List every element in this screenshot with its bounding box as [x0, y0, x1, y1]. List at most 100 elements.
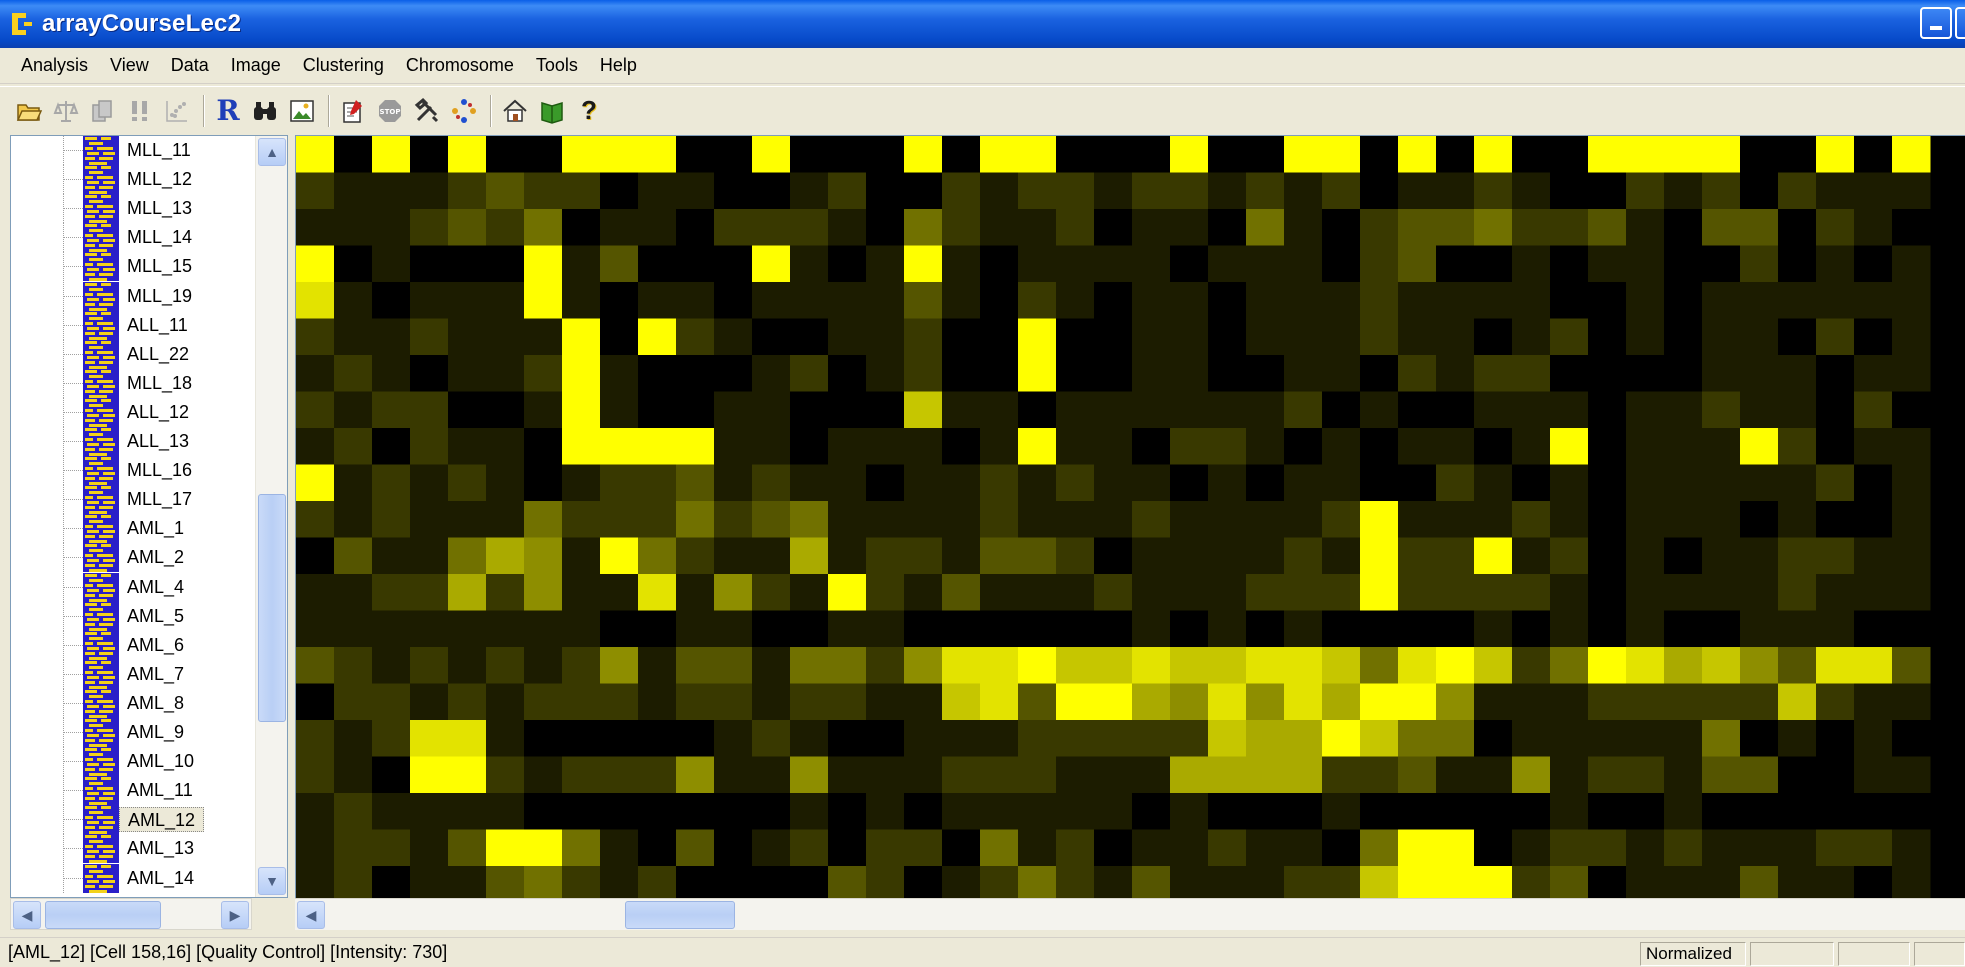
heatmap-cell[interactable] [1816, 647, 1855, 684]
heatmap-cell[interactable] [866, 209, 905, 246]
heatmap-cell[interactable] [1512, 282, 1551, 319]
heatmap-cell[interactable] [1436, 209, 1475, 246]
heatmap-cell[interactable] [676, 355, 715, 392]
heatmap-cell[interactable] [828, 136, 867, 173]
heatmap-view[interactable] [295, 135, 1965, 898]
heatmap-cell[interactable] [904, 647, 943, 684]
list-item[interactable]: ALL_12 [11, 397, 254, 427]
heatmap-cell[interactable] [1892, 282, 1931, 319]
heatmap-cell[interactable] [448, 391, 487, 429]
heatmap-cell[interactable] [1626, 172, 1665, 210]
heatmap-cell[interactable] [1246, 245, 1285, 283]
heatmap-cell[interactable] [372, 282, 411, 319]
heatmap-cell[interactable] [1246, 610, 1285, 648]
heatmap-cell[interactable] [1094, 464, 1133, 502]
heatmap-cell[interactable] [1056, 355, 1095, 392]
heatmap-cell[interactable] [828, 391, 867, 429]
heatmap-cell[interactable] [1588, 172, 1627, 210]
heatmap-cell[interactable] [1170, 537, 1209, 575]
heatmap-cell[interactable] [1018, 574, 1057, 611]
heatmap-cell[interactable] [1094, 355, 1133, 392]
heatmap-cell[interactable] [828, 501, 867, 538]
heatmap-cell[interactable] [372, 172, 411, 210]
heatmap-cell[interactable] [866, 610, 905, 648]
heatmap-cell[interactable] [1322, 647, 1361, 684]
heatmap-cell[interactable] [980, 829, 1019, 867]
heatmap-cell[interactable] [1322, 209, 1361, 246]
heatmap-cell[interactable] [1322, 610, 1361, 648]
heatmap-cell[interactable] [1132, 282, 1171, 319]
heatmap-cell[interactable] [904, 793, 943, 830]
heatmap-cell[interactable] [1550, 683, 1589, 721]
heatmap-cell[interactable] [448, 355, 487, 392]
heatmap-cell[interactable] [904, 574, 943, 611]
heatmap-cell[interactable] [1664, 136, 1703, 173]
heatmap-cell[interactable] [1018, 866, 1057, 898]
heatmap-cell[interactable] [600, 391, 639, 429]
list-item[interactable]: AML_12 [11, 805, 254, 835]
heatmap-cell[interactable] [1474, 866, 1513, 898]
heatmap-cell[interactable] [1018, 172, 1057, 210]
heatmap-cell[interactable] [1284, 428, 1323, 465]
heatmap-cell[interactable] [904, 428, 943, 465]
heatmap-cell[interactable] [1170, 464, 1209, 502]
heatmap-cell[interactable] [600, 683, 639, 721]
heatmap-cell[interactable] [1474, 391, 1513, 429]
heatmap-cell[interactable] [1436, 647, 1475, 684]
heatmap-cell[interactable] [562, 610, 601, 648]
heatmap-cell[interactable] [1436, 391, 1475, 429]
heatmap-cell[interactable] [1132, 355, 1171, 392]
heatmap-cell[interactable] [334, 318, 373, 356]
heatmap-cell[interactable] [1664, 172, 1703, 210]
heatmap-cell[interactable] [1816, 209, 1855, 246]
heatmap-cell[interactable] [486, 574, 525, 611]
image-icon[interactable] [285, 94, 319, 128]
heatmap-cell[interactable] [1246, 318, 1285, 356]
heatmap-cell[interactable] [1816, 318, 1855, 356]
heatmap-cell[interactable] [486, 610, 525, 648]
heatmap-cell[interactable] [980, 501, 1019, 538]
heatmap-cell[interactable] [524, 574, 563, 611]
heatmap-cell[interactable] [524, 866, 563, 898]
heatmap-cell[interactable] [1018, 428, 1057, 465]
heatmap-cell[interactable] [638, 574, 677, 611]
heatmap-cell[interactable] [334, 756, 373, 794]
heatmap-cell[interactable] [486, 464, 525, 502]
heatmap-cell[interactable] [1626, 829, 1665, 867]
heatmap-cell[interactable] [1436, 756, 1475, 794]
heatmap-cell[interactable] [904, 464, 943, 502]
list-item[interactable]: ALL_13 [11, 427, 254, 456]
heatmap-cell[interactable] [1094, 428, 1133, 465]
heatmap-cell[interactable] [1702, 610, 1741, 648]
heatmap-cell[interactable] [1626, 501, 1665, 538]
heatmap-cell[interactable] [600, 793, 639, 830]
heatmap-cell[interactable] [866, 647, 905, 684]
list-item[interactable]: AML_14 [11, 863, 254, 893]
heatmap-cell[interactable] [296, 537, 335, 575]
heatmap-cell[interactable] [600, 318, 639, 356]
heatmap-cell[interactable] [486, 391, 525, 429]
heatmap-cell[interactable] [1398, 136, 1437, 173]
heatmap-cell[interactable] [1018, 355, 1057, 392]
heatmap-cell[interactable] [1854, 136, 1893, 173]
heatmap-cell[interactable] [1398, 647, 1437, 684]
heatmap-cell[interactable] [790, 391, 829, 429]
heatmap-cell[interactable] [600, 829, 639, 867]
heatmap-cell[interactable] [1132, 245, 1171, 283]
heatmap-cell[interactable] [942, 428, 981, 465]
heatmap-cell[interactable] [1740, 245, 1779, 283]
heatmap-cell[interactable] [448, 428, 487, 465]
heatmap-cell[interactable] [1474, 245, 1513, 283]
heatmap-cell[interactable] [600, 756, 639, 794]
heatmap-cell[interactable] [1740, 501, 1779, 538]
heatmap-cell[interactable] [638, 610, 677, 648]
heatmap-cell[interactable] [1474, 756, 1513, 794]
heatmap-cell[interactable] [1664, 464, 1703, 502]
heatmap-cell[interactable] [524, 318, 563, 356]
list-item[interactable]: MLL_17 [11, 485, 254, 515]
heatmap-cell[interactable] [1360, 793, 1399, 830]
heatmap-cell[interactable] [1626, 793, 1665, 830]
list-item[interactable]: MLL_14 [11, 223, 254, 253]
heatmap-cell[interactable] [334, 245, 373, 283]
heatmap-cell[interactable] [334, 610, 373, 648]
